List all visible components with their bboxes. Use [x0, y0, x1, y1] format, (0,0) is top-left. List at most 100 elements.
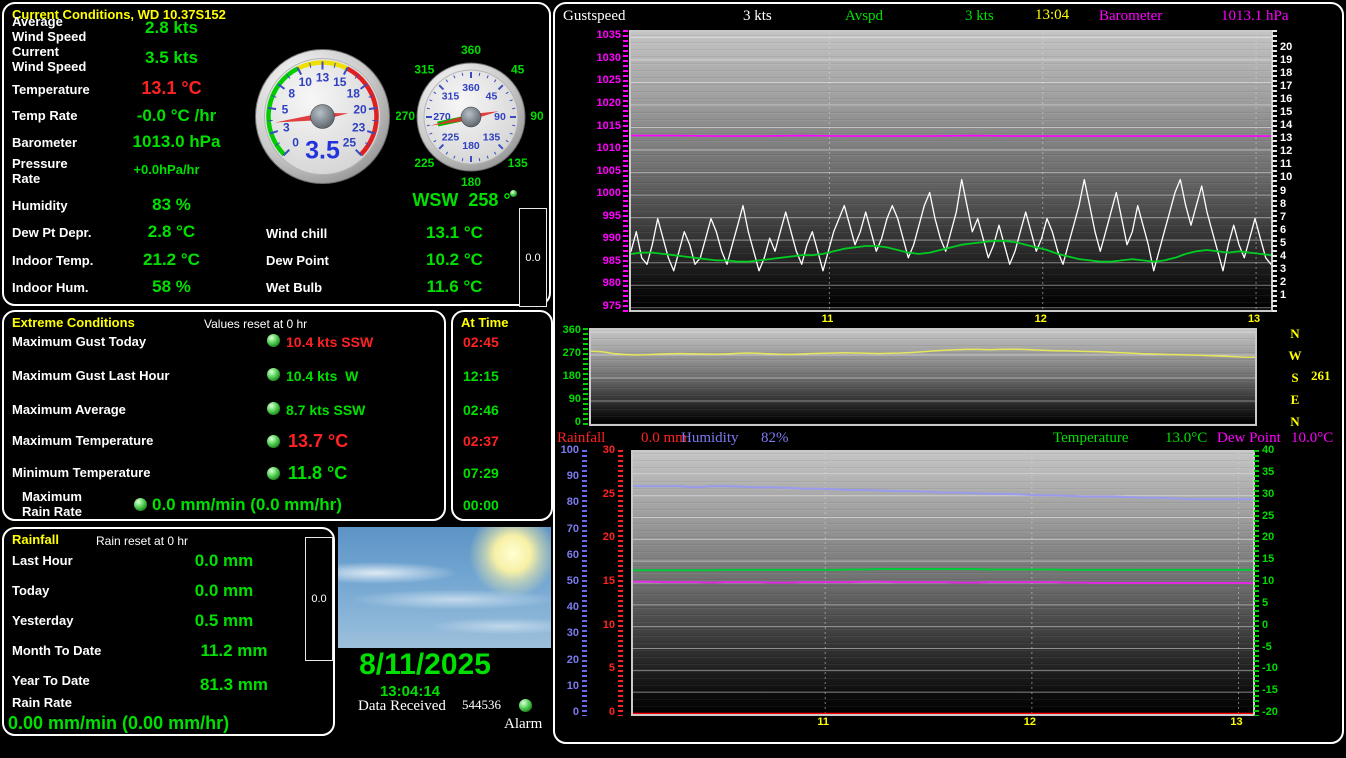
svg-text:45: 45 — [486, 90, 498, 102]
indoor-temp-value: 21.2 °C — [109, 250, 234, 270]
axis-tick-label: 90 — [557, 393, 581, 405]
rain-bar-value: 0.0 — [311, 593, 326, 605]
svg-text:180: 180 — [461, 175, 481, 189]
gustspeed-label: Gustspeed — [563, 8, 626, 25]
svg-text:15: 15 — [333, 75, 347, 89]
rain-axis-labels: 051015202530 — [593, 450, 615, 712]
axis-tick-label: 15 — [1262, 553, 1296, 565]
rain-rate-label: Rain Rate — [12, 695, 72, 710]
current-direction-value: 261 — [1311, 368, 1331, 384]
rain-yesterday-value: 0.5 mm — [154, 611, 294, 631]
axis-tick-label: 19 — [1280, 54, 1314, 66]
svg-text:13: 13 — [316, 71, 330, 85]
wind-speed-gauge[interactable]: 0358101315182023253.5 — [250, 44, 395, 189]
extreme-reset-note: Values reset at 0 hr — [204, 317, 307, 331]
at-time-5: 00:00 — [453, 497, 551, 513]
wind-bar-value: 0.0 — [525, 252, 540, 264]
axis-tick-label: 975 — [557, 300, 621, 312]
at-time-0: 02:45 — [453, 334, 551, 350]
wind-direction-gauge[interactable]: 3604590135180225270315360459013518022527… — [396, 42, 546, 192]
sky-condition-image — [338, 527, 551, 648]
min-temperature-led — [267, 467, 280, 480]
wind-chill-label: Wind chill — [266, 226, 327, 241]
rainfall-title: Rainfall — [12, 532, 59, 547]
dew-point-label: Dew Point — [266, 253, 329, 268]
humidity-axis-labels: 0102030405060708090100 — [555, 450, 579, 712]
axis-tick-label: -10 — [1262, 662, 1296, 674]
axis-tick-label: 5 — [1262, 597, 1296, 609]
temp-axis-ticks — [1254, 450, 1259, 716]
axis-tick-label: 6 — [1280, 224, 1314, 236]
avspd-label: Avspd — [845, 8, 883, 25]
barometer-axis-labels: 9759809859909951000100510101015102010251… — [557, 30, 621, 308]
hour-tick-label: 11 — [812, 716, 834, 728]
hour-tick-label: 11 — [816, 313, 838, 325]
max-average-label: Maximum Average — [12, 402, 126, 417]
axis-tick-label: 1025 — [557, 74, 621, 86]
svg-text:25: 25 — [343, 136, 357, 150]
current-date: 8/11/2025 — [345, 648, 505, 682]
rainfall-panel: Rainfall Rain reset at 0 hr Last Hour 0.… — [2, 527, 335, 736]
axis-tick-label: 17 — [1280, 80, 1314, 92]
dew-point-legend-value: 10.0°C — [1291, 430, 1333, 447]
hour-tick-label: 13 — [1243, 313, 1265, 325]
axis-tick-label: 10 — [1262, 575, 1296, 587]
axis-tick-label: 20 — [555, 654, 579, 666]
axis-tick-label: 30 — [555, 627, 579, 639]
humidity-value: 83 % — [109, 195, 234, 215]
wind-barometer-chart[interactable] — [629, 30, 1273, 312]
data-received-label: Data Received — [358, 698, 446, 715]
rain-humidity-temp-chart[interactable] — [631, 450, 1255, 716]
svg-text:225: 225 — [442, 131, 460, 143]
barometer-chart-label: Barometer — [1099, 8, 1162, 25]
svg-text:225: 225 — [414, 156, 434, 170]
axis-tick-label: 3 — [1280, 263, 1314, 275]
at-time-4: 07:29 — [453, 465, 551, 481]
axis-tick-label: 20 — [1280, 41, 1314, 53]
axis-tick-label: 30 — [1262, 488, 1296, 500]
dew-point-value: 10.2 °C — [392, 250, 517, 270]
axis-tick-label: 10 — [555, 680, 579, 692]
hour-tick-label: 13 — [1226, 716, 1248, 728]
axis-tick-label: 360 — [557, 324, 581, 336]
at-time-2: 02:46 — [453, 402, 551, 418]
temperature-value: 13.1 °C — [109, 78, 234, 99]
compass-letter-n1: N — [1286, 326, 1304, 348]
max-rain-rate-label: Maximum Rain Rate — [22, 489, 82, 519]
status-led — [510, 190, 517, 197]
humidity-legend-value: 82% — [761, 430, 789, 447]
rain-rate-value: 0.00 mm/min (0.00 mm/hr) — [8, 713, 308, 734]
axis-tick-label: 0 — [593, 706, 615, 718]
wind-direction-chart[interactable] — [589, 328, 1257, 426]
temperature-legend-value: 13.0°C — [1165, 430, 1207, 447]
wet-bulb-label: Wet Bulb — [266, 280, 322, 295]
axis-tick-label: 4 — [1280, 250, 1314, 262]
current-conditions-panel: Current Conditions, WD 10.37S152 Average… — [2, 2, 551, 306]
axis-tick-label: 990 — [557, 232, 621, 244]
avg-wind-speed-label: Average Wind Speed — [12, 14, 86, 44]
humidity-legend-label: Humidity — [681, 430, 739, 447]
axis-tick-label: 15 — [593, 575, 615, 587]
series-dew-point — [633, 582, 1253, 583]
svg-text:360: 360 — [462, 82, 480, 94]
axis-tick-label: 60 — [555, 549, 579, 561]
indoor-hum-value: 58 % — [109, 277, 234, 297]
max-temperature-value: 13.7 °C — [288, 431, 408, 452]
temp-axis-labels: -20-15-10-50510152025303540 — [1262, 450, 1296, 712]
axis-tick-label: 25 — [1262, 510, 1296, 522]
axis-tick-label: 40 — [1262, 444, 1296, 456]
bottom-chart-hour-labels: 111213 — [631, 716, 1251, 730]
max-rain-rate-value: 0.0 mm/min (0.0 mm/hr) — [152, 495, 442, 515]
temperature-label: Temperature — [12, 82, 90, 97]
axis-tick-label: 5 — [1280, 237, 1314, 249]
svg-text:0: 0 — [292, 136, 299, 150]
axis-tick-label: 1035 — [557, 29, 621, 41]
alarm-led — [519, 699, 532, 712]
knots-axis-labels: 1234567891011121314151617181920 — [1280, 30, 1314, 308]
svg-text:135: 135 — [508, 156, 528, 170]
rain-last-hour-label: Last Hour — [12, 553, 73, 568]
knots-axis-ticks — [1272, 30, 1277, 312]
top-chart-hour-labels: 111213 — [629, 313, 1269, 327]
axis-tick-label: 1010 — [557, 142, 621, 154]
axis-tick-label: 30 — [593, 444, 615, 456]
